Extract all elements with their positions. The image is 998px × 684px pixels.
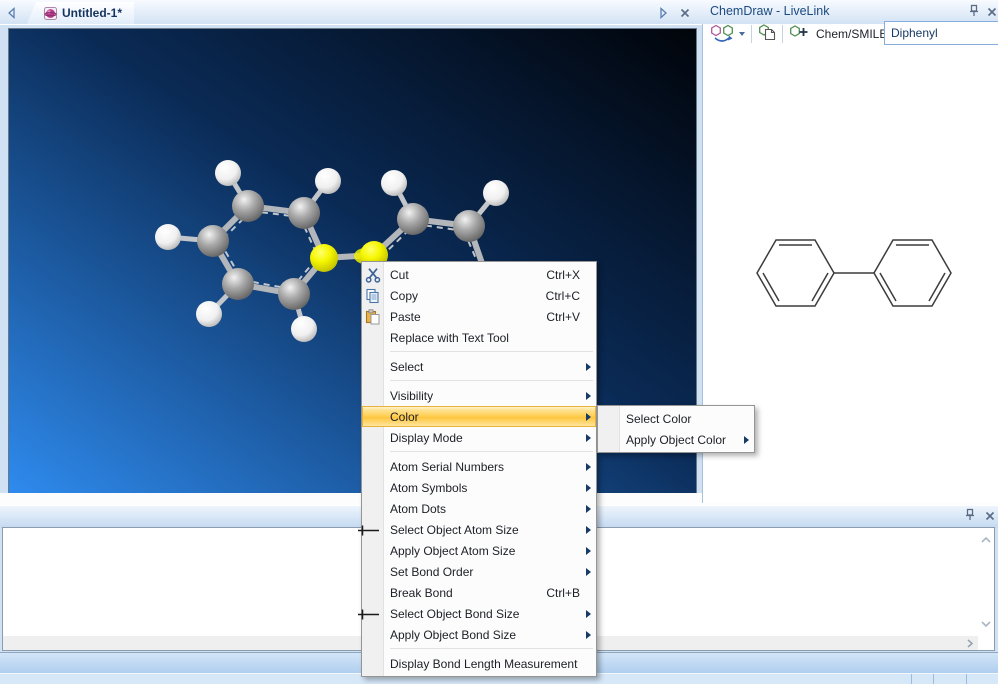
submenu-arrow-icon [586,526,591,534]
submenu-item-select-color[interactable]: Select Color [598,408,754,429]
menu-separator [390,380,593,381]
menu-item-color[interactable]: Color [362,406,596,427]
color-submenu: Select Color Apply Object Color [597,405,755,453]
sync-structures-icon [710,24,738,44]
submenu-arrow-icon [586,363,591,371]
copy-structure-button[interactable] [758,23,776,46]
submenu-arrow-icon [586,568,591,576]
status-separator [911,674,912,684]
submenu-arrow-icon [586,547,591,555]
menu-item-paste[interactable]: Paste Ctrl+V [362,306,596,327]
menu-item-apply-object-atom-size[interactable]: Apply Object Atom Size [362,540,596,561]
submenu-arrow-icon [586,505,591,513]
status-separator [966,674,967,684]
menu-item-apply-object-bond-size[interactable]: Apply Object Bond Size [362,624,596,645]
scroll-up-icon[interactable] [980,536,992,544]
dock-close-button[interactable] [984,509,996,527]
menu-item-cut[interactable]: Cut Ctrl+X [362,264,596,285]
scroll-left-icon [6,7,18,19]
menu-item-atom-serial-numbers[interactable]: Atom Serial Numbers [362,456,596,477]
paste-icon [365,309,381,325]
bond-ruler-icon [356,523,382,537]
submenu-arrow-icon [586,631,591,639]
menu-item-display-bond-length-measurement[interactable]: Display Bond Length Measurement [362,653,596,674]
menu-item-break-bond[interactable]: Break Bond Ctrl+B [362,582,596,603]
pin-icon [968,4,980,17]
submenu-arrow-icon [586,610,591,618]
context-menu: Cut Ctrl+X Copy Ctrl+C P [361,261,597,677]
scroll-right-icon [657,7,669,19]
menu-item-atom-symbols[interactable]: Atom Symbols [362,477,596,498]
toolbar-separator [751,25,752,43]
submenu-arrow-icon [586,392,591,400]
copy-icon [365,288,381,304]
menu-item-select-object-bond-size[interactable]: Select Object Bond Size [362,603,596,624]
scroll-right-icon[interactable] [966,638,974,649]
submenu-arrow-icon [586,484,591,492]
menu-separator [390,648,593,649]
tab-untitled-1[interactable]: Untitled-1* [27,2,134,24]
menu-item-select[interactable]: Select [362,356,596,377]
bond-ruler-icon [356,607,382,621]
tab-title: Untitled-1* [62,6,122,20]
copy-structure-icon [758,23,776,41]
dropdown-caret-icon [739,32,745,36]
submenu-arrow-icon [586,413,591,421]
cut-icon [365,267,381,283]
toolbar-separator [782,25,783,43]
molecule-document-icon [44,7,57,20]
submenu-arrow-icon [586,434,591,442]
menu-item-select-object-atom-size[interactable]: Select Object Atom Size [362,519,596,540]
chem3d-window: Untitled-1* ChemDraw - LiveLink [0,0,998,684]
menu-item-copy[interactable]: Copy Ctrl+C [362,285,596,306]
livelink-toolbar: Chem/SMILES: [703,21,899,47]
menu-item-replace-with-text-tool[interactable]: Replace with Text Tool [362,327,596,348]
menu-item-atom-dots[interactable]: Atom Dots [362,498,596,519]
status-separator [933,674,934,684]
tab-scroll-left-button[interactable] [6,6,18,24]
menu-item-visibility[interactable]: Visibility [362,385,596,406]
close-icon [986,6,998,18]
sync-structures-button[interactable] [710,24,745,44]
add-structure-icon [789,23,808,41]
add-structure-button[interactable] [789,23,808,46]
close-icon [679,7,691,19]
document-close-button[interactable] [679,6,691,24]
submenu-arrow-icon [744,436,749,444]
pin-icon [964,508,976,521]
menu-item-display-mode[interactable]: Display Mode [362,427,596,448]
menu-separator [390,451,593,452]
tab-scroll-right-button[interactable] [657,6,669,24]
biphenyl-2d-structure [753,230,963,320]
vertical-scrollbar[interactable] [978,528,994,636]
close-icon [984,510,996,522]
menu-separator [390,351,593,352]
submenu-arrow-icon [586,463,591,471]
smiles-input[interactable] [884,21,998,45]
livelink-panel-title: ChemDraw - LiveLink [710,4,829,18]
livelink-pin-button[interactable] [968,4,980,22]
submenu-item-apply-object-color[interactable]: Apply Object Color [598,429,754,450]
dock-pin-button[interactable] [964,508,976,526]
scroll-down-icon[interactable] [980,620,992,628]
menu-item-set-bond-order[interactable]: Set Bond Order [362,561,596,582]
